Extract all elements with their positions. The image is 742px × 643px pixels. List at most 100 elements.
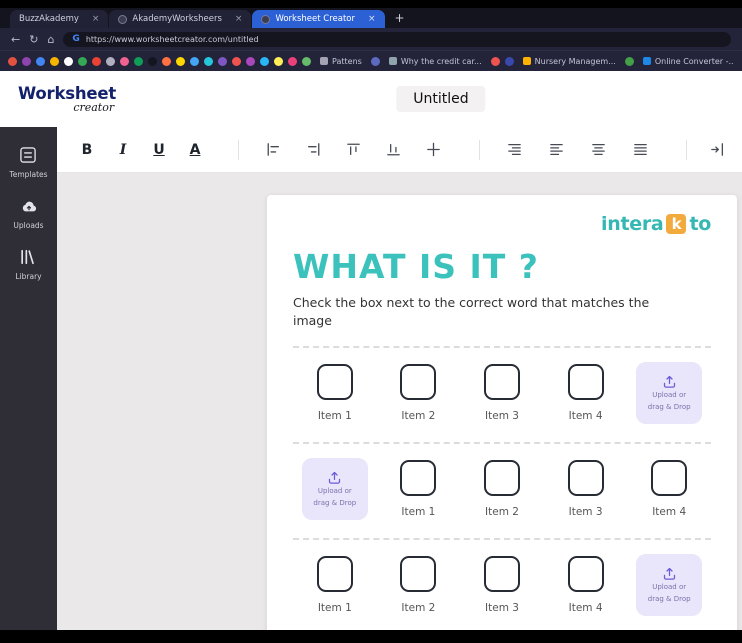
bookmark-favicon[interactable] bbox=[204, 56, 213, 66]
item-cell: Item 2 bbox=[377, 364, 461, 422]
bookmark-favicon[interactable] bbox=[50, 56, 59, 66]
upload-label: Upload or bbox=[652, 583, 687, 592]
align-right-button[interactable] bbox=[305, 141, 322, 158]
text-align-center-button[interactable] bbox=[590, 141, 607, 158]
item-cell: Item 1 bbox=[293, 556, 377, 614]
align-top-button[interactable] bbox=[345, 141, 362, 158]
checkbox[interactable] bbox=[400, 364, 437, 401]
tab-worksheet-creator[interactable]: Worksheet Creator × bbox=[252, 10, 385, 28]
sidebar-item-templates[interactable]: Templates bbox=[9, 145, 48, 179]
bookmark-favicon[interactable] bbox=[134, 56, 143, 66]
checkbox[interactable] bbox=[316, 364, 353, 401]
bookmark-favicon[interactable] bbox=[504, 56, 514, 66]
bookmark-favicon[interactable] bbox=[490, 56, 500, 66]
upload-cell: Upload or drag & Drop bbox=[293, 458, 377, 521]
close-icon[interactable]: × bbox=[235, 14, 243, 24]
desktop: BuzzAkademy × AkademyWorksheers × Worksh… bbox=[0, 0, 742, 643]
item-cell: Item 2 bbox=[377, 556, 461, 614]
main-area: B I U A intera k to WHAT IS IT ? Check t… bbox=[57, 127, 742, 630]
bookmark-favicon[interactable] bbox=[148, 56, 157, 66]
new-tab-button[interactable]: + bbox=[395, 11, 405, 28]
bookmark-favicon[interactable] bbox=[162, 56, 171, 66]
templates-icon bbox=[20, 147, 37, 163]
bookmark-favicon[interactable] bbox=[370, 56, 380, 66]
bookmark-favicon[interactable] bbox=[176, 56, 185, 66]
checkbox[interactable] bbox=[567, 460, 604, 497]
upload-dropzone[interactable]: Upload or drag & Drop bbox=[636, 362, 703, 425]
bookmark-favicon[interactable] bbox=[624, 56, 634, 66]
close-icon[interactable]: × bbox=[368, 14, 376, 24]
back-icon[interactable]: ← bbox=[11, 34, 20, 45]
bookmark-link[interactable]: Pattens bbox=[320, 57, 362, 66]
bookmark-favicon[interactable] bbox=[22, 56, 31, 66]
bookmark-favicon[interactable] bbox=[246, 56, 255, 66]
close-icon[interactable]: × bbox=[92, 14, 100, 24]
checkbox[interactable] bbox=[483, 364, 520, 401]
checkbox[interactable] bbox=[483, 460, 520, 497]
bookmark-favicon[interactable] bbox=[106, 56, 115, 66]
checkbox[interactable] bbox=[316, 556, 353, 593]
bookmark-favicon[interactable] bbox=[218, 56, 227, 66]
bookmark-favicon[interactable] bbox=[302, 56, 311, 66]
reload-icon[interactable]: ↻ bbox=[29, 34, 38, 45]
document-title[interactable]: Untitled bbox=[396, 86, 486, 112]
bookmark-label: Why the credit car... bbox=[400, 56, 482, 66]
home-icon[interactable]: ⌂ bbox=[47, 34, 54, 45]
upload-dropzone[interactable]: Upload or drag & Drop bbox=[636, 554, 703, 617]
checkbox[interactable] bbox=[400, 556, 437, 593]
bookmark-favicon[interactable] bbox=[274, 56, 283, 66]
checkbox[interactable] bbox=[400, 460, 437, 497]
text-align-right-button[interactable] bbox=[506, 141, 523, 158]
checkbox[interactable] bbox=[567, 364, 604, 401]
item-cell: Item 1 bbox=[293, 364, 377, 422]
address-bar[interactable]: G https://www.worksheetcreator.com/untit… bbox=[63, 31, 731, 47]
item-cell: Item 3 bbox=[544, 460, 628, 518]
tab-favicon bbox=[261, 14, 271, 24]
checkbox[interactable] bbox=[483, 556, 520, 593]
bookmark-favicon[interactable] bbox=[92, 56, 101, 66]
bold-button[interactable]: B bbox=[80, 142, 94, 158]
item-label: Item 1 bbox=[317, 410, 352, 423]
interakto-logo: intera k to bbox=[293, 213, 711, 235]
bookmark-link[interactable]: Nursery Managem... bbox=[522, 57, 616, 66]
checkbox[interactable] bbox=[651, 460, 688, 497]
editor-canvas[interactable]: intera k to WHAT IS IT ? Check the box n… bbox=[57, 173, 742, 630]
bookmark-link[interactable]: Online Converter -... bbox=[642, 57, 734, 66]
underline-button[interactable]: U bbox=[152, 142, 166, 158]
text-align-justify-button[interactable] bbox=[632, 141, 649, 158]
bookmark-favicon[interactable] bbox=[64, 56, 73, 66]
align-bottom-button[interactable] bbox=[385, 141, 402, 158]
bookmark-favicon[interactable] bbox=[78, 56, 87, 66]
font-color-button[interactable]: A bbox=[188, 142, 202, 158]
item-label: Item 2 bbox=[401, 410, 436, 423]
worksheet-subtitle: Check the box next to the correct word t… bbox=[293, 295, 650, 329]
bookmark-favicon[interactable] bbox=[232, 56, 241, 66]
app-header: Worksheet creator Untitled bbox=[0, 71, 742, 127]
item-cell: Item 2 bbox=[460, 460, 544, 518]
checkbox[interactable] bbox=[567, 556, 604, 593]
align-left-button[interactable] bbox=[265, 141, 282, 158]
bookmark-favicon[interactable] bbox=[260, 56, 269, 66]
tab-strip: BuzzAkademy × AkademyWorksheers × Worksh… bbox=[0, 8, 742, 28]
bookmark-favicon[interactable] bbox=[190, 56, 199, 66]
tab-buzzakademy[interactable]: BuzzAkademy × bbox=[10, 10, 109, 28]
bookmark-favicon[interactable] bbox=[36, 56, 45, 66]
tab-akademyworksheers[interactable]: AkademyWorksheers × bbox=[109, 10, 252, 28]
bookmark-favicon[interactable] bbox=[8, 56, 17, 66]
sidebar-item-library[interactable]: Library bbox=[15, 247, 42, 281]
worksheet-rows: Item 1 Item 2 Item 3 Item 4 Upload or dr… bbox=[293, 346, 711, 630]
worksheet-creator-app: Worksheet creator Untitled Templates Upl… bbox=[0, 71, 742, 630]
toolbar-end-group bbox=[686, 139, 742, 160]
align-center-button[interactable] bbox=[425, 141, 442, 158]
indent-button[interactable] bbox=[709, 141, 726, 158]
upload-dropzone[interactable]: Upload or drag & Drop bbox=[301, 458, 368, 521]
item-label: Item 3 bbox=[485, 410, 519, 423]
text-align-left-button[interactable] bbox=[548, 141, 565, 158]
bookmark-link[interactable]: Why the credit car... bbox=[388, 56, 482, 66]
align-center-icon bbox=[427, 142, 440, 157]
bookmark-favicon[interactable] bbox=[120, 56, 129, 66]
bookmark-favicon[interactable] bbox=[288, 56, 297, 66]
italic-button[interactable]: I bbox=[116, 142, 130, 158]
align-right-icon bbox=[307, 143, 320, 156]
sidebar-item-uploads[interactable]: Uploads bbox=[13, 196, 44, 230]
